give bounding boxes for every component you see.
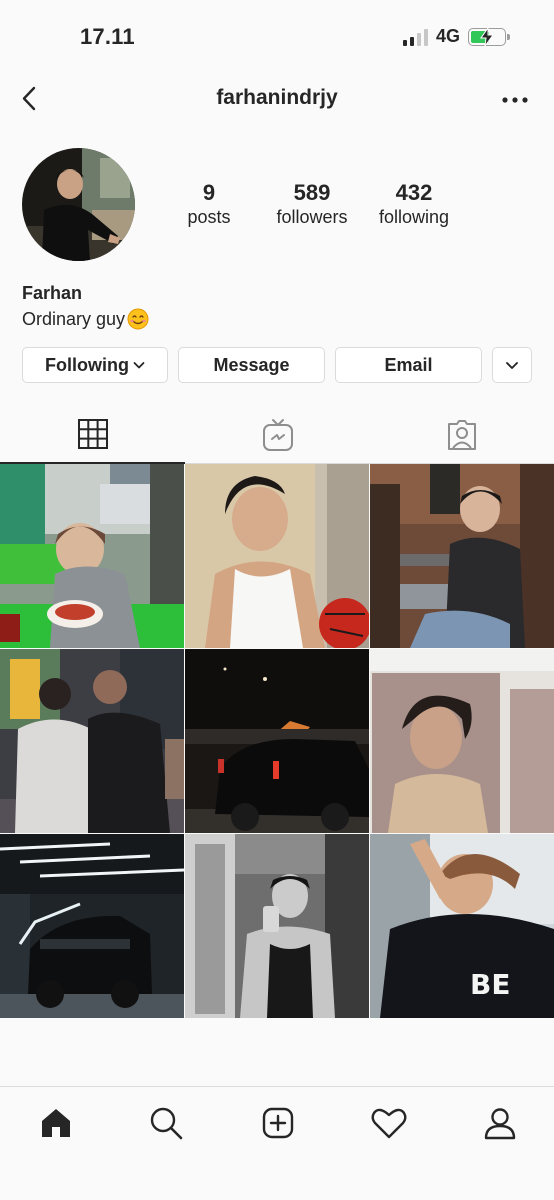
nav-home[interactable] (36, 1103, 76, 1143)
bio-text: Ordinary guy (22, 308, 126, 329)
following-button-label: Following (45, 354, 129, 375)
heart-icon (371, 1108, 407, 1139)
post-image (0, 464, 184, 648)
post-thumbnail[interactable] (370, 464, 554, 648)
following-label: following (378, 207, 450, 227)
post-image (0, 834, 184, 1018)
post-thumbnail[interactable] (0, 464, 184, 648)
post-thumbnail[interactable] (185, 834, 369, 1018)
battery-icon (468, 27, 510, 46)
more-options-button[interactable] (500, 88, 530, 112)
network-label: 4G (435, 26, 460, 46)
tab-tagged[interactable] (369, 406, 554, 464)
tab-igtv[interactable] (185, 406, 370, 464)
profile-avatar[interactable] (22, 148, 135, 261)
post-image (185, 834, 369, 1018)
bio: Ordinary guy (22, 308, 149, 330)
nav-profile[interactable] (480, 1103, 520, 1143)
post-thumbnail[interactable] (0, 649, 184, 833)
grid-icon (77, 419, 108, 449)
add-post-icon (262, 1107, 294, 1139)
nav-search[interactable] (146, 1103, 186, 1143)
followers-stat[interactable]: 589 followers (266, 180, 358, 228)
post-thumbnail[interactable] (370, 649, 554, 833)
post-thumbnail[interactable] (0, 834, 184, 1018)
suggested-accounts-button[interactable] (492, 347, 532, 383)
post-image (0, 649, 184, 833)
following-stat[interactable]: 432 following (370, 180, 458, 228)
igtv-icon (262, 419, 293, 451)
status-bar: 17.11 4G (0, 0, 554, 70)
profile-icon (484, 1108, 516, 1140)
posts-label: posts (187, 207, 231, 227)
chevron-down-icon (506, 362, 518, 369)
status-indicators: 4G (402, 26, 510, 47)
tagged-person-icon (447, 420, 476, 450)
post-image: BE (370, 834, 554, 1018)
nav-new-post[interactable] (258, 1103, 298, 1143)
tab-grid[interactable] (0, 406, 185, 464)
display-name: Farhan (22, 283, 83, 303)
svg-text:BE: BE (470, 968, 510, 1001)
chevron-down-icon (133, 362, 145, 369)
status-time: 17.11 (80, 24, 135, 49)
post-thumbnail[interactable] (185, 649, 369, 833)
nav-activity[interactable] (369, 1103, 409, 1143)
search-icon (150, 1107, 183, 1140)
email-button[interactable]: Email (335, 347, 482, 383)
smiling-face-emoji-icon (127, 308, 149, 330)
post-image (185, 464, 369, 648)
following-count: 432 (395, 180, 433, 205)
profile-username: farhanindrjy (216, 86, 338, 109)
signal-icon (402, 28, 428, 46)
posts-stat[interactable]: 9 posts (179, 180, 239, 228)
following-button[interactable]: Following (22, 347, 168, 383)
followers-label: followers (276, 207, 348, 227)
post-image (370, 649, 554, 833)
home-icon (42, 1109, 70, 1137)
post-image (370, 464, 554, 648)
profile-header: farhanindrjy (0, 72, 554, 128)
bottom-navigation (0, 1086, 554, 1200)
email-button-label: Email (384, 354, 433, 375)
post-image (185, 649, 369, 833)
profile-tabs (0, 406, 554, 464)
post-thumbnail[interactable] (185, 464, 369, 648)
avatar-photo (22, 148, 135, 261)
message-button[interactable]: Message (178, 347, 325, 383)
post-thumbnail[interactable]: BE (370, 834, 554, 1018)
ellipsis-icon (502, 97, 528, 103)
message-button-label: Message (213, 354, 290, 375)
posts-grid: BE (0, 464, 554, 1018)
posts-count: 9 (202, 180, 216, 205)
followers-count: 589 (293, 180, 331, 205)
